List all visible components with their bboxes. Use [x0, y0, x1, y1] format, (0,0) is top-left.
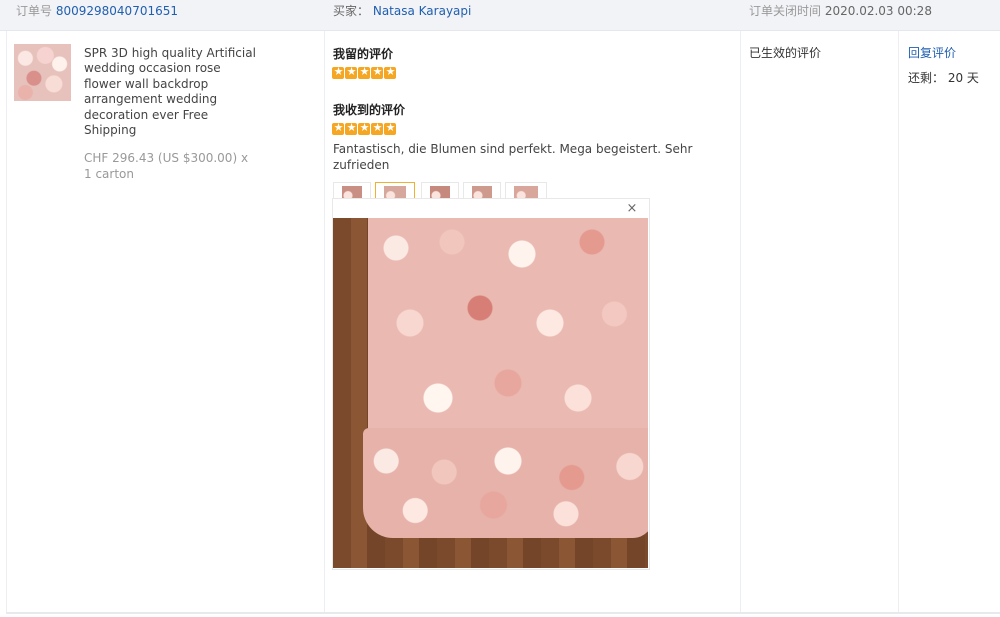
order-number-link[interactable]: 8009298040701651: [56, 4, 178, 18]
star-icon: [345, 65, 357, 79]
order-number-cell: 订单号 8009298040701651: [16, 4, 178, 18]
my-review-heading: 我留的评价: [333, 47, 394, 61]
row-bottom-border: [6, 612, 1000, 614]
close-time-value: 2020.02.03 00:28: [824, 4, 932, 18]
star-icon: [371, 121, 383, 135]
received-review-heading: 我收到的评价: [333, 103, 406, 117]
close-icon[interactable]: ×: [626, 202, 638, 215]
star-icon: [332, 65, 344, 79]
product-title[interactable]: SPR 3D high quality Artificial wedding o…: [84, 46, 259, 138]
received-review-text: Fantastisch, die Blumen sind perfekt. Me…: [333, 142, 693, 172]
buyer-name-link[interactable]: Natasa Karayapi: [373, 4, 472, 18]
star-icon: [384, 65, 396, 79]
buyer-label: 买家：: [333, 4, 370, 18]
column-divider-1: [324, 31, 325, 612]
star-icon: [358, 121, 370, 135]
remaining-days: 还剩： 20 天: [908, 71, 979, 85]
review-photo-large: [333, 218, 648, 568]
column-divider-2: [740, 31, 741, 612]
star-icon: [345, 121, 357, 135]
star-icon: [371, 65, 383, 79]
row-left-border: [6, 31, 7, 612]
product-thumbnail[interactable]: [14, 44, 71, 101]
product-price: CHF 296.43 (US $300.00) x 1 carton: [84, 151, 249, 181]
order-header: 订单号 8009298040701651 买家： Natasa Karayapi…: [0, 0, 1000, 31]
buyer-cell: 买家： Natasa Karayapi: [333, 4, 471, 18]
received-review-stars: [332, 121, 397, 138]
close-time-label: 订单关闭时间: [749, 4, 822, 18]
reply-review-link[interactable]: 回复评价: [908, 46, 956, 60]
star-icon: [332, 121, 344, 135]
flower-wall-image-lower: [363, 428, 648, 538]
my-review-stars: [332, 65, 397, 82]
order-number-label: 订单号: [16, 4, 53, 18]
close-time-cell: 订单关闭时间 2020.02.03 00:28: [749, 4, 932, 18]
review-status: 已生效的评价: [749, 46, 822, 60]
star-icon: [384, 121, 396, 135]
star-icon: [358, 65, 370, 79]
column-divider-3: [898, 31, 899, 612]
